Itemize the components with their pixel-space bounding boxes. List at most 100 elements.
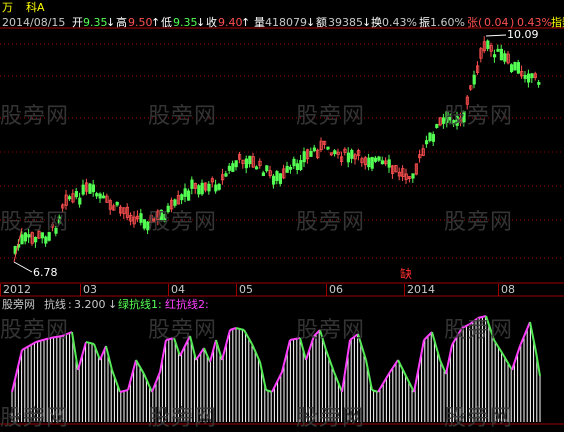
candle-body (231, 163, 235, 172)
candle (367, 153, 371, 171)
candle (142, 219, 146, 231)
red-resistance-line (127, 359, 137, 391)
candle (241, 159, 245, 169)
candle-body (537, 82, 541, 85)
candle (234, 160, 238, 171)
watermark: 股旁网 (148, 104, 218, 129)
candle-body (81, 184, 85, 195)
candle-body (431, 134, 436, 142)
candle (401, 165, 405, 182)
candle (71, 189, 75, 204)
candle-body (435, 124, 439, 129)
candle-body (34, 236, 38, 243)
green-resistance-line (265, 389, 273, 393)
candle (312, 144, 317, 153)
candle (288, 164, 293, 174)
watermark: 股旁网 (444, 104, 514, 129)
candle-body (248, 155, 252, 165)
candle-body (214, 184, 218, 192)
candle-body (309, 150, 313, 157)
candle (210, 176, 214, 188)
candle-body (78, 197, 82, 205)
candle (326, 146, 330, 151)
candle-body (265, 165, 269, 172)
candle (431, 131, 436, 147)
candle-body (271, 175, 276, 185)
candle (309, 147, 313, 158)
red-resistance-line (11, 349, 23, 393)
watermark: 股旁网 (0, 406, 70, 431)
green-resistance-line (251, 343, 261, 363)
candle (530, 73, 534, 83)
candle (88, 182, 92, 194)
indicator-name: 抗线 (44, 298, 66, 311)
candle (319, 137, 323, 153)
red-resistance-line (445, 344, 453, 375)
candle-body (486, 40, 490, 49)
candle (203, 182, 208, 193)
indicator-value: 3.200 (74, 298, 106, 311)
red-resistance-line (341, 339, 351, 393)
date-axis-label: 2014 (404, 284, 499, 296)
high-price-label: 10.09 (507, 28, 539, 41)
candle-body (142, 219, 146, 229)
date-axis-label: 2012 (0, 284, 81, 296)
candle (214, 179, 218, 194)
candle (475, 61, 480, 75)
candle (533, 71, 538, 81)
watermark: 股旁网 (444, 406, 514, 431)
candle-body (527, 73, 531, 83)
watermark: 股旁网 (148, 406, 218, 431)
green-resistance-line (143, 373, 153, 393)
red-resistance-line (413, 339, 425, 393)
candle (339, 151, 344, 166)
candle (282, 164, 286, 180)
candle (261, 170, 266, 177)
candle-body (428, 132, 432, 141)
candle-body (190, 179, 194, 189)
green-resistance-line (105, 345, 113, 371)
candle-body (200, 182, 204, 195)
watermark: 股旁网 (296, 406, 366, 431)
candle-body (227, 165, 231, 171)
candle-body (380, 160, 385, 165)
candle (384, 157, 388, 166)
candle (98, 192, 102, 203)
candle (370, 156, 374, 172)
candle-body (387, 159, 391, 168)
candle-body (74, 191, 78, 198)
candle (486, 39, 490, 52)
candle-body (20, 234, 24, 245)
candle (180, 193, 184, 205)
watermark: 股旁网 (296, 104, 366, 129)
candle-body (472, 74, 476, 85)
green-resistance-line (431, 331, 441, 361)
candle (190, 176, 194, 195)
candle-body (326, 146, 330, 150)
candle (125, 203, 129, 221)
green-resistance-line (405, 375, 415, 393)
candle (479, 46, 483, 63)
candle (34, 236, 38, 248)
candle (380, 156, 385, 165)
candle (350, 148, 354, 164)
sub-panel-title: 股旁网 (2, 298, 35, 311)
candle (217, 182, 221, 191)
date-axis-label: 06 (326, 284, 405, 296)
candle (387, 154, 391, 173)
candle-body (288, 166, 293, 170)
candle (248, 155, 252, 168)
date-axis-label: 03 (80, 284, 169, 296)
candle (428, 132, 432, 143)
candle (254, 165, 259, 170)
candle (275, 169, 279, 185)
candle (295, 159, 300, 175)
candle-body (186, 190, 191, 201)
candle (527, 69, 531, 88)
candle (516, 59, 521, 75)
candle-body (183, 188, 187, 197)
candle (499, 44, 504, 61)
candle (482, 36, 487, 54)
candle (176, 190, 180, 205)
candle (129, 212, 133, 226)
